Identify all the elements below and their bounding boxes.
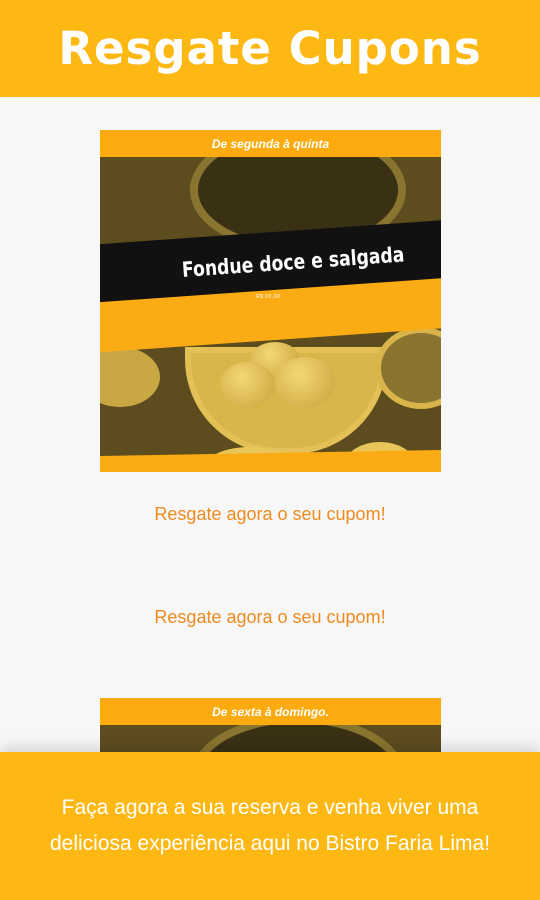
redeem-coupon-link[interactable]: Resgate agora o seu cupom!: [0, 607, 540, 628]
bowl-graphic-left: [100, 347, 160, 407]
page-title: Resgate Cupons: [58, 22, 482, 75]
coupon-day-range: De sexta à domingo.: [100, 698, 441, 725]
app-header: Resgate Cupons: [0, 0, 540, 97]
coupon-price: R$ 00,00: [256, 294, 281, 300]
coupon-card-weekend[interactable]: De sexta à domingo.: [100, 698, 441, 758]
coupon-day-range: De segunda à quinta: [100, 130, 441, 157]
reservation-footer: Faça agora a sua reserva e venha viver u…: [0, 752, 540, 900]
footer-message: Faça agora a sua reserva e venha viver u…: [49, 796, 491, 855]
redeem-coupon-link[interactable]: Resgate agora o seu cupom!: [0, 504, 540, 525]
potato-graphic: [220, 362, 275, 407]
bowl-graphic-right: [375, 327, 441, 409]
coupon-card-weekday[interactable]: De segunda à quinta Fondue doce e salgad…: [100, 130, 441, 472]
potato-graphic: [275, 357, 335, 407]
